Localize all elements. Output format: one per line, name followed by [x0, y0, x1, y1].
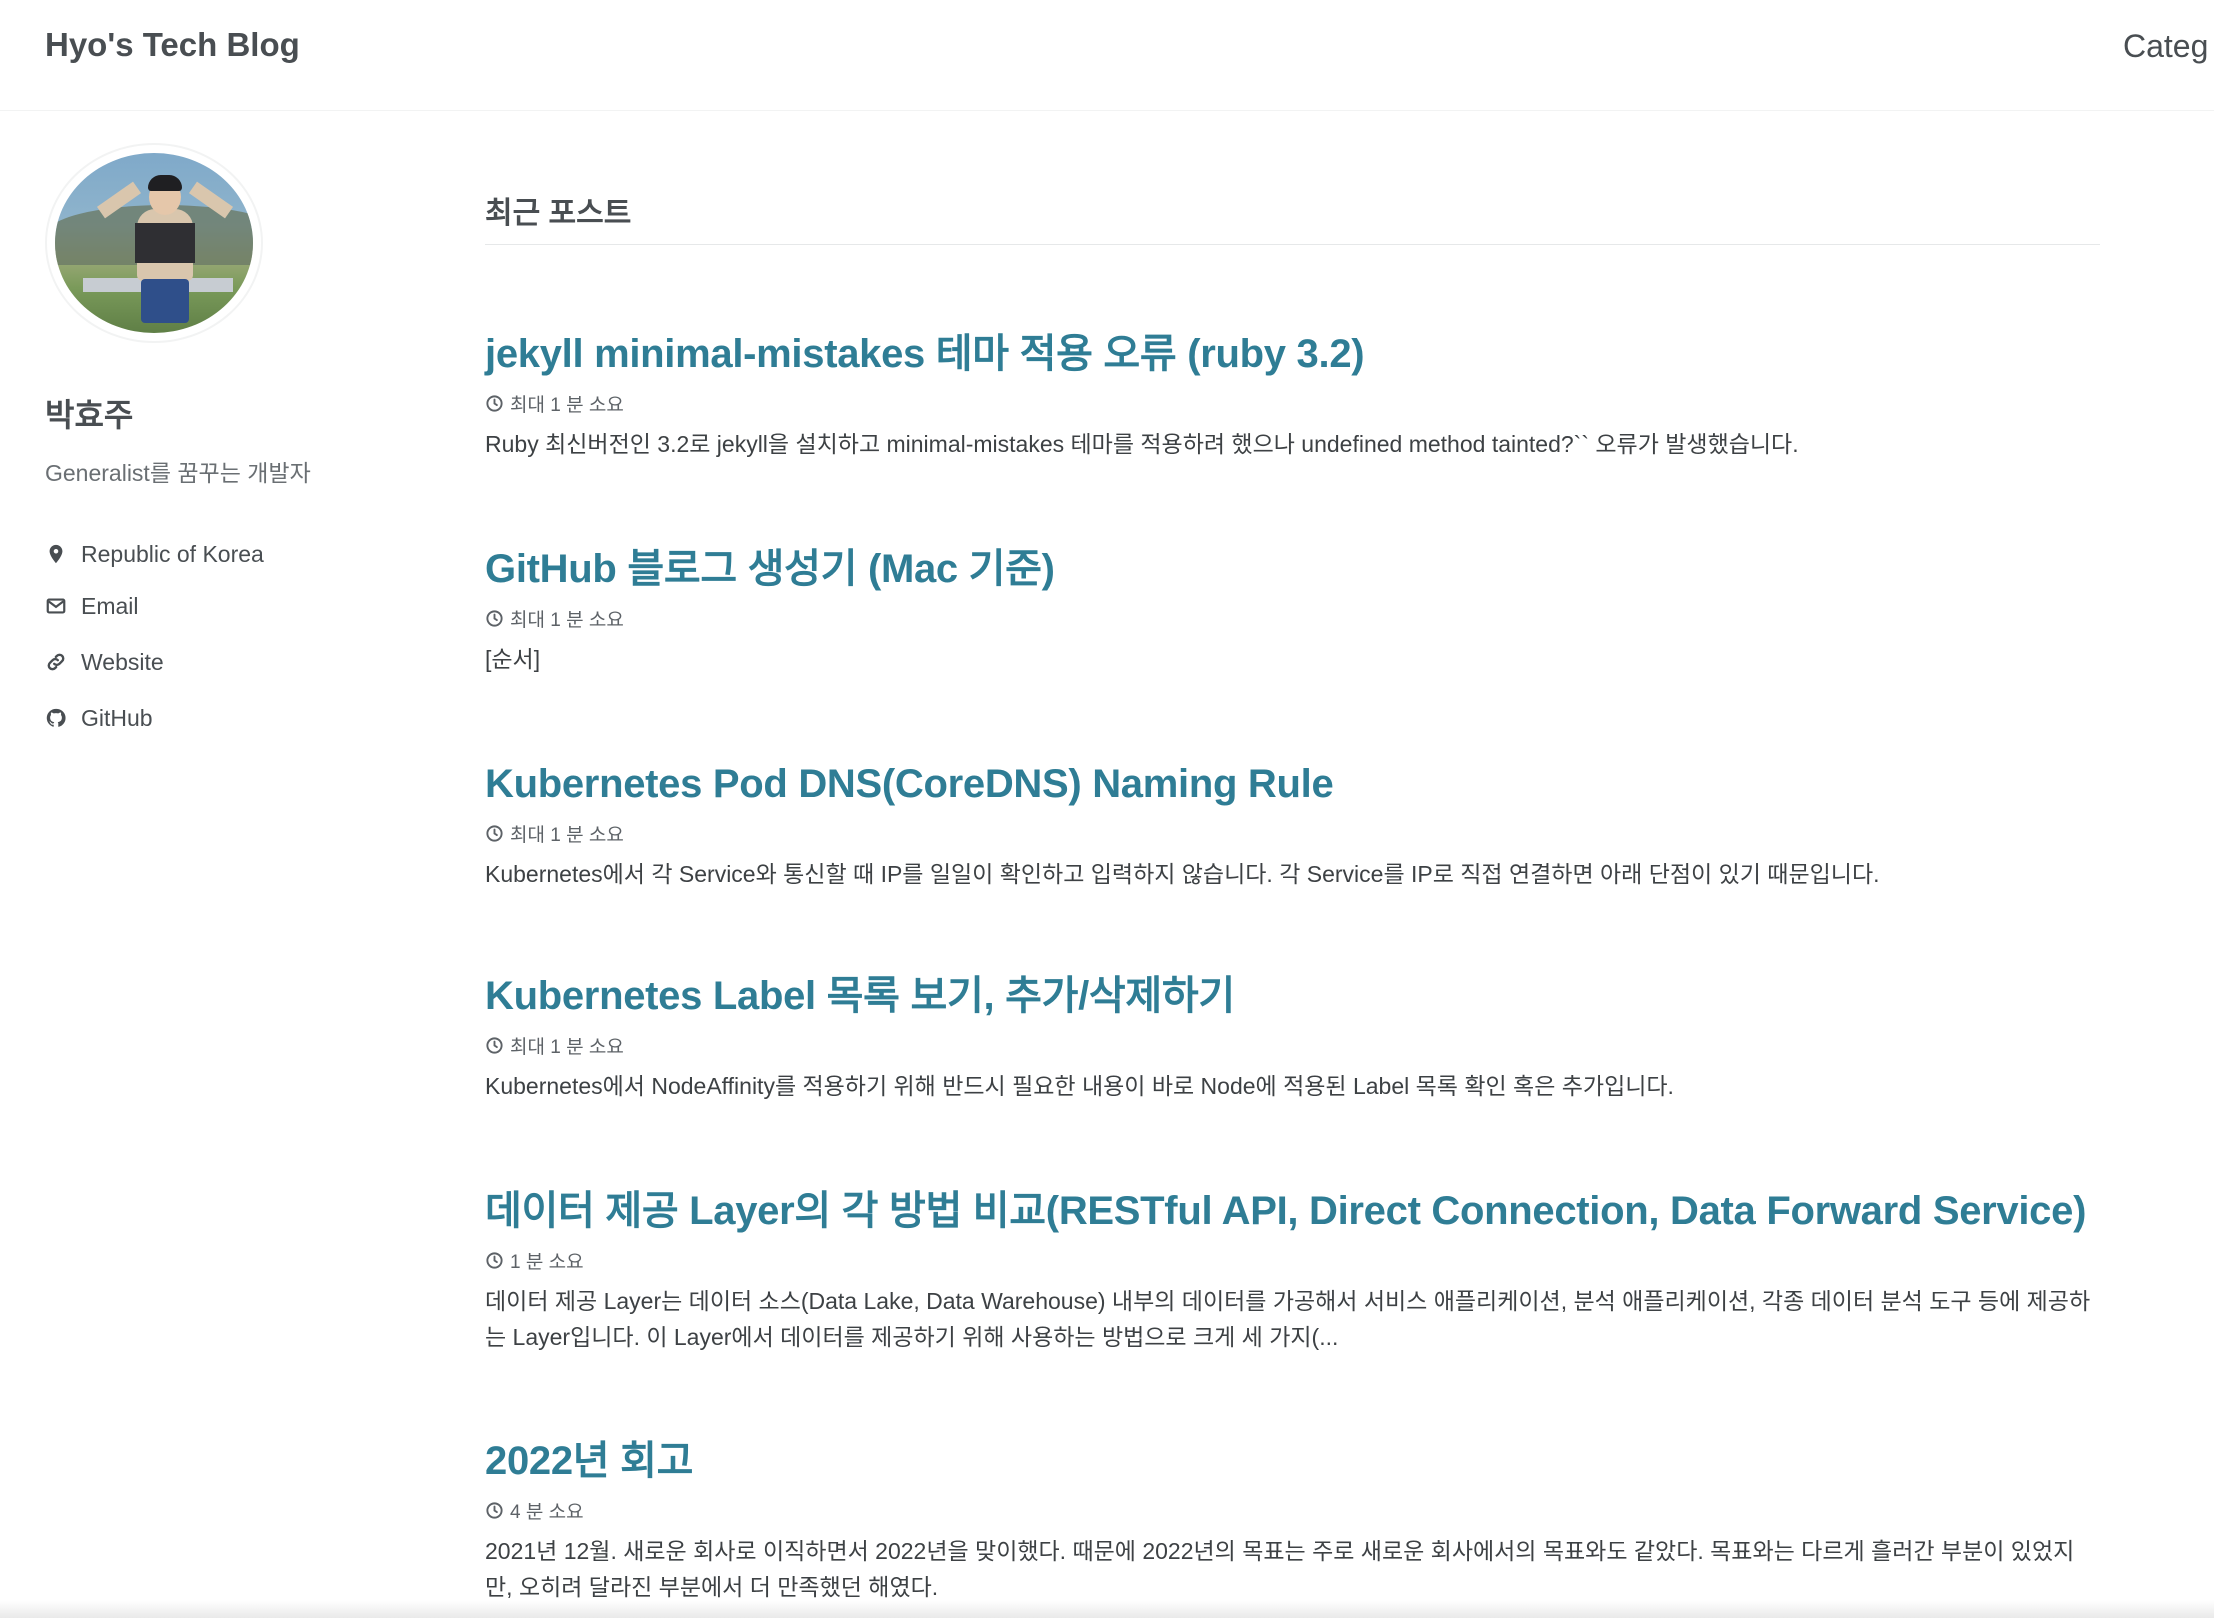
post-title-link[interactable]: GitHub 블로그 생성기 (Mac 기준) — [485, 543, 2100, 595]
author-link-label: GitHub — [81, 704, 153, 731]
author-link-email[interactable]: Email — [45, 589, 139, 623]
post-item: Kubernetes Label 목록 보기, 추가/삭제하기 최대 1 분 소… — [485, 970, 2100, 1104]
post-meta: 최대 1 분 소요 — [485, 820, 2100, 846]
clock-icon — [486, 1036, 503, 1054]
clock-icon — [486, 824, 503, 842]
post-excerpt: Kubernetes에서 각 Service와 통신할 때 IP를 일일이 확인… — [485, 861, 1880, 887]
bottom-edge — [0, 1600, 2214, 1618]
author-link-location: Republic of Korea — [45, 537, 264, 571]
author-link-label: Email — [81, 592, 139, 619]
read-time: 최대 1 분 소요 — [510, 609, 624, 631]
post-item: jekyll minimal-mistakes 테마 적용 오류 (ruby 3… — [485, 328, 2100, 462]
envelope-icon — [45, 595, 67, 617]
archive-title: 최근 포스트 — [485, 197, 632, 230]
divider — [485, 244, 2100, 245]
post-item: GitHub 블로그 생성기 (Mac 기준) 최대 1 분 소요 [순서] — [485, 543, 2100, 677]
read-time: 1 분 소요 — [510, 1251, 584, 1273]
author-bio: Generalist를 꿈꾸는 개발자 — [45, 460, 311, 486]
avatar — [45, 143, 263, 343]
clock-icon — [486, 1501, 503, 1519]
author-name: 박효주 — [45, 397, 134, 433]
read-time: 최대 1 분 소요 — [510, 824, 624, 846]
author-link-github[interactable]: GitHub — [45, 701, 153, 735]
post-title-link[interactable]: Kubernetes Pod DNS(CoreDNS) Naming Rule — [485, 758, 2100, 810]
clock-icon — [486, 1251, 503, 1269]
read-time: 최대 1 분 소요 — [510, 1036, 624, 1058]
post-excerpt: Kubernetes에서 NodeAffinity를 적용하기 위해 반드시 필… — [485, 1073, 1674, 1099]
post-title-link[interactable]: 데이터 제공 Layer의 각 방법 비교(RESTful API, Direc… — [485, 1185, 2100, 1237]
avatar-photo — [55, 153, 253, 333]
clock-icon — [486, 609, 503, 627]
clock-icon — [486, 394, 503, 412]
post-title-link[interactable]: 2022년 회고 — [485, 1435, 2100, 1487]
post-meta: 4 분 소요 — [485, 1497, 2100, 1523]
post-meta: 최대 1 분 소요 — [485, 390, 2100, 416]
link-icon — [45, 651, 67, 673]
post-item: Kubernetes Pod DNS(CoreDNS) Naming Rule … — [485, 758, 2100, 892]
masthead: Hyo's Tech Blog Categ — [0, 0, 2214, 111]
post-excerpt: [순서] — [485, 646, 541, 672]
post-item: 데이터 제공 Layer의 각 방법 비교(RESTful API, Direc… — [485, 1185, 2100, 1355]
post-meta: 1 분 소요 — [485, 1247, 2100, 1273]
post-excerpt: 2021년 12월. 새로운 회사로 이직하면서 2022년을 맞이했다. 때문… — [485, 1538, 2075, 1600]
post-excerpt: 데이터 제공 Layer는 데이터 소스(Data Lake, Data War… — [485, 1288, 2091, 1350]
post-title-link[interactable]: Kubernetes Label 목록 보기, 추가/삭제하기 — [485, 970, 2100, 1022]
post-meta: 최대 1 분 소요 — [485, 1032, 2100, 1058]
site-title-link[interactable]: Hyo's Tech Blog — [45, 26, 300, 64]
nav-item-categories[interactable]: Categ — [2123, 28, 2208, 65]
author-link-label: Republic of Korea — [81, 540, 264, 567]
github-icon — [45, 707, 67, 729]
post-title-link[interactable]: jekyll minimal-mistakes 테마 적용 오류 (ruby 3… — [485, 328, 2100, 380]
map-marker-icon — [45, 543, 67, 565]
author-link-label: Website — [81, 648, 164, 675]
post-excerpt: Ruby 최신버전인 3.2로 jekyll을 설치하고 minimal-mis… — [485, 431, 1799, 457]
post-meta: 최대 1 분 소요 — [485, 605, 2100, 631]
read-time: 4 분 소요 — [510, 1501, 584, 1523]
post-item: 2022년 회고 4 분 소요 2021년 12월. 새로운 회사로 이직하면서… — [485, 1435, 2100, 1605]
read-time: 최대 1 분 소요 — [510, 394, 624, 416]
author-link-website[interactable]: Website — [45, 645, 164, 679]
